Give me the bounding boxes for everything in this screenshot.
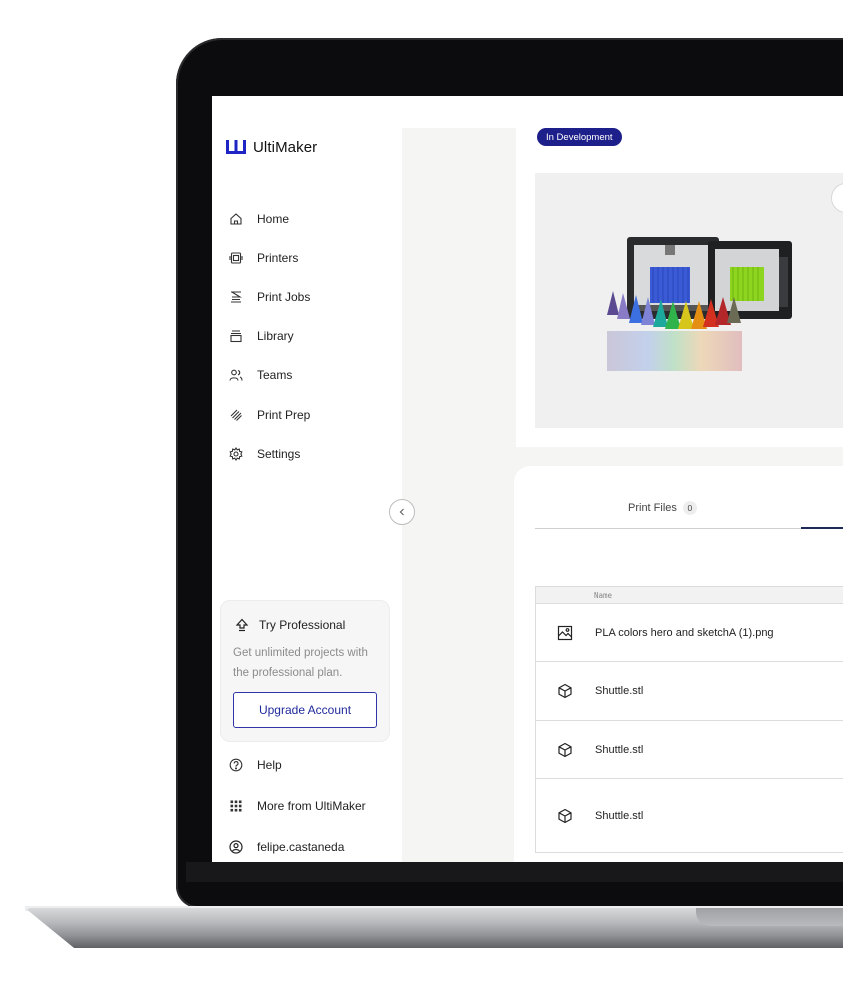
promo-title: Try Professional bbox=[235, 618, 345, 632]
brand-logo[interactable]: UltiMaker bbox=[225, 138, 317, 156]
sidebar-item-label: Print Prep bbox=[257, 407, 311, 422]
user-account-menu[interactable]: felipe.castaneda bbox=[229, 826, 399, 862]
project-overview-card: In Development bbox=[516, 120, 843, 447]
files-table: Name PLA colors hero and sketchA (1).png… bbox=[535, 586, 843, 853]
sidebar-item-print-jobs[interactable]: Print Jobs bbox=[229, 277, 399, 316]
sidebar-item-more-from-ultimaker[interactable]: More from UltiMaker bbox=[229, 785, 399, 826]
promo-title-text: Try Professional bbox=[259, 618, 346, 632]
library-icon bbox=[230, 330, 242, 343]
3d-model-icon bbox=[558, 683, 572, 699]
upgrade-account-button[interactable]: Upgrade Account bbox=[233, 692, 377, 728]
sidebar-item-label: Print Jobs bbox=[257, 289, 311, 304]
file-name: PLA colors hero and sketchA (1).png bbox=[595, 626, 774, 639]
sidebar-item-teams[interactable]: Teams bbox=[229, 356, 399, 395]
sidebar-item-settings[interactable]: Settings bbox=[229, 434, 399, 473]
tab-print-files[interactable]: Print Files 0 bbox=[628, 501, 697, 515]
sidebar-item-label: Help bbox=[257, 757, 282, 772]
table-header: Name bbox=[535, 586, 843, 604]
print-files-card: Print Files 0 Name PLA colors hero and s… bbox=[514, 466, 843, 862]
column-header-name[interactable]: Name bbox=[594, 591, 612, 600]
sidebar-nav: Home Printers Print Jobs Library Teams P… bbox=[229, 199, 399, 473]
sidebar-item-label: Home bbox=[257, 211, 290, 226]
sidebar-item-home[interactable]: Home bbox=[229, 199, 399, 238]
tab-count-badge: 0 bbox=[682, 501, 697, 515]
table-row[interactable]: PLA colors hero and sketchA (1).png bbox=[535, 604, 843, 662]
sidebar-bottom-nav: Help More from UltiMaker felipe.castaned… bbox=[229, 744, 399, 862]
sidebar-item-label: Library bbox=[257, 329, 294, 344]
status-badge: In Development bbox=[537, 128, 622, 146]
app-screen: UltiMaker Home Printers Print Jobs Libra… bbox=[212, 96, 843, 862]
collapse-sidebar-button[interactable] bbox=[389, 499, 415, 525]
home-icon bbox=[230, 212, 242, 225]
laptop-base-notch bbox=[696, 908, 843, 926]
project-hero-image bbox=[535, 173, 843, 428]
file-name: Shuttle.stl bbox=[595, 743, 644, 756]
laptop-screen-chin bbox=[186, 862, 843, 882]
file-name: Shuttle.stl bbox=[595, 809, 644, 822]
gear-icon bbox=[229, 446, 243, 461]
print-jobs-icon bbox=[231, 291, 242, 303]
sidebar-item-print-prep[interactable]: Print Prep bbox=[229, 395, 399, 434]
active-tab-indicator bbox=[801, 527, 843, 529]
print-prep-icon bbox=[230, 409, 242, 421]
upgrade-promo-card: Try Professional Get unlimited projects … bbox=[220, 600, 390, 742]
sidebar: UltiMaker Home Printers Print Jobs Libra… bbox=[212, 96, 402, 862]
sidebar-item-library[interactable]: Library bbox=[229, 317, 399, 356]
apps-grid-icon bbox=[230, 800, 242, 811]
3d-model-icon bbox=[558, 808, 572, 823]
teams-icon bbox=[229, 369, 243, 381]
sidebar-item-label: More from UltiMaker bbox=[257, 798, 366, 813]
promo-description: Get unlimited projects with the professi… bbox=[233, 647, 368, 679]
help-icon bbox=[229, 758, 243, 771]
printer-icon bbox=[229, 252, 243, 264]
upgrade-arrow-icon bbox=[235, 618, 249, 632]
files-tab-bar: Print Files 0 bbox=[535, 494, 843, 529]
sidebar-item-label: Settings bbox=[257, 446, 301, 461]
image-file-icon bbox=[557, 625, 573, 640]
user-name: felipe.castaneda bbox=[257, 839, 345, 854]
tab-label: Print Files bbox=[628, 502, 677, 514]
sidebar-item-label: Printers bbox=[257, 250, 299, 265]
sidebar-item-help[interactable]: Help bbox=[229, 744, 399, 785]
3d-model-icon bbox=[558, 742, 572, 757]
printers-illustration bbox=[607, 237, 792, 371]
table-row[interactable]: Shuttle.stl bbox=[535, 779, 843, 853]
sidebar-item-label: Teams bbox=[257, 368, 293, 383]
ultimaker-logo-icon bbox=[226, 140, 246, 154]
user-avatar-icon bbox=[229, 839, 243, 854]
table-row[interactable]: Shuttle.stl bbox=[535, 721, 843, 779]
file-name: Shuttle.stl bbox=[595, 685, 644, 697]
sidebar-item-printers[interactable]: Printers bbox=[229, 238, 399, 277]
table-row[interactable]: Shuttle.stl bbox=[535, 662, 843, 721]
chevron-left-icon bbox=[399, 508, 404, 516]
brand-name: UltiMaker bbox=[253, 138, 318, 156]
